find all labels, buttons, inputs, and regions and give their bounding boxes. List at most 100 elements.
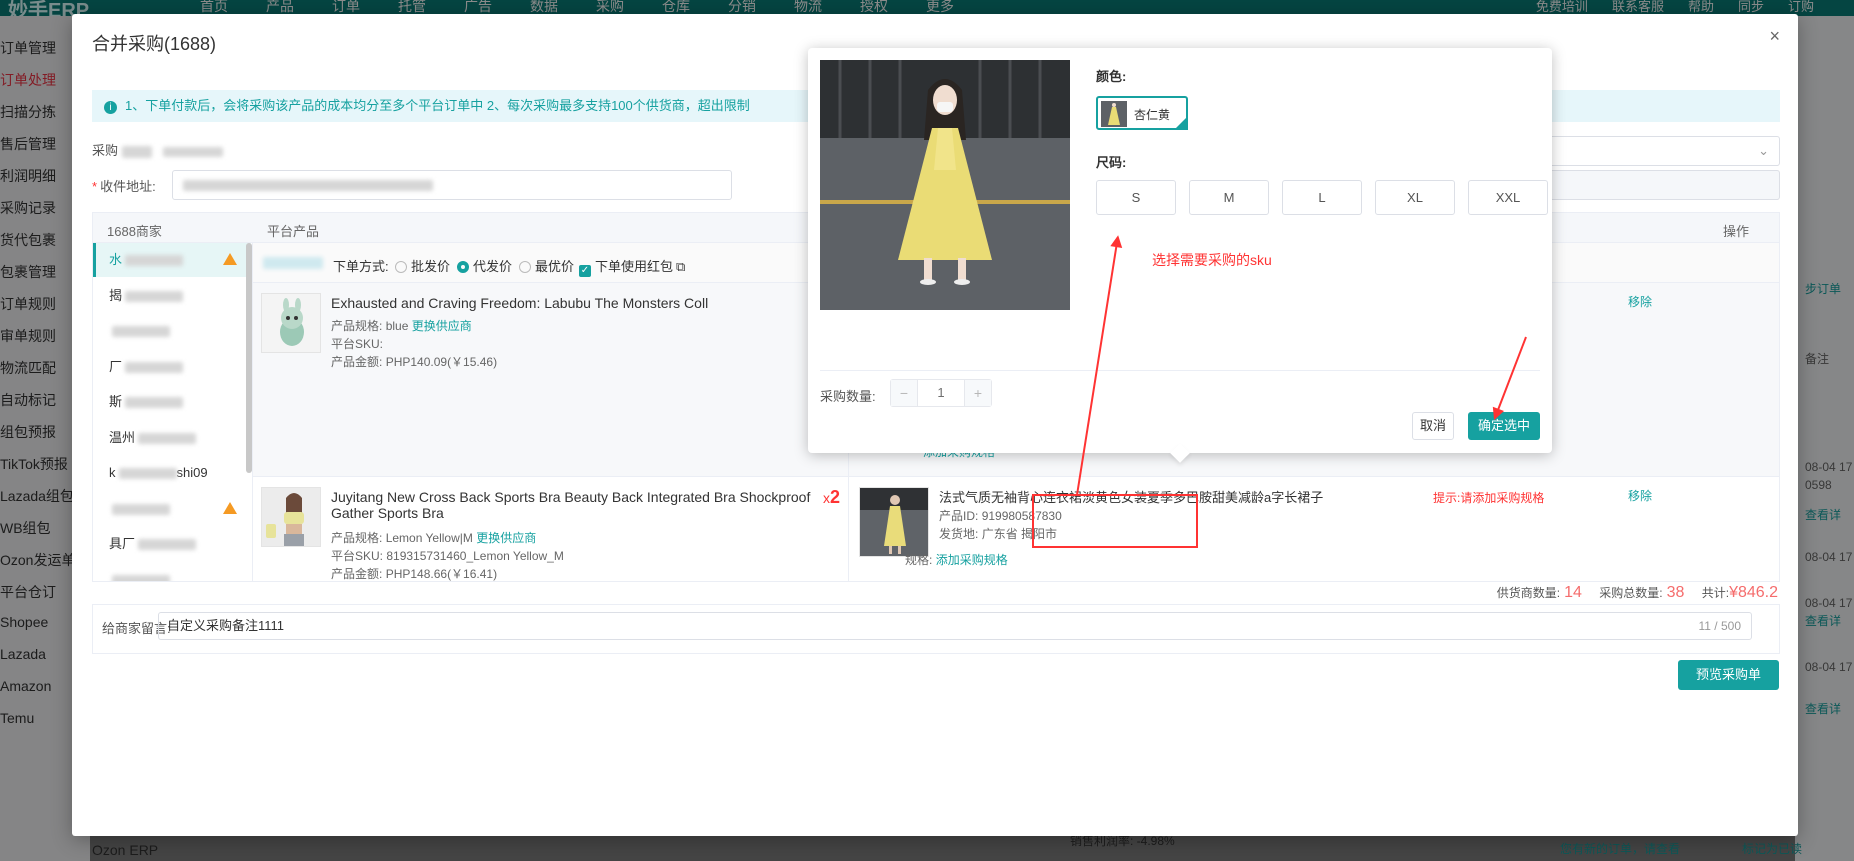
merchant-item[interactable]: 水: [93, 243, 251, 277]
merchant-item[interactable]: 具厂: [93, 527, 251, 561]
color-option-label: 杏仁黄: [1134, 108, 1171, 122]
blurred-text: [183, 180, 433, 191]
quantity-multiplier: x2: [823, 487, 841, 507]
product-amount: 产品金额: PHP148.66(￥16.41): [331, 567, 498, 581]
product-thumbnail: [261, 487, 321, 547]
merchant-name: 具厂: [109, 536, 136, 551]
header-merchant: 1688商家: [107, 224, 162, 239]
size-option-s[interactable]: S: [1096, 180, 1176, 215]
dress-mini-image: [1101, 101, 1127, 127]
purchase-qty-label: 采购数量:: [820, 389, 876, 404]
product-spec: 产品规格: Lemon Yellow|M 更换供应商: [331, 531, 537, 545]
size-option-m[interactable]: M: [1189, 180, 1269, 215]
minus-button[interactable]: −: [891, 380, 917, 406]
radio-dropship[interactable]: 代发价: [457, 256, 512, 275]
merchant-message-input[interactable]: 自定义采购备注1111 11 / 500: [158, 612, 1752, 640]
merchant-scrollbar[interactable]: [246, 243, 252, 473]
redpacket-checkbox[interactable]: ✓ 下单使用红包 ⧉: [579, 256, 685, 277]
selected-check-icon: [1174, 116, 1188, 130]
radio-wholesale[interactable]: 批发价: [395, 256, 450, 275]
address-input[interactable]: [172, 170, 732, 200]
color-swatch-image: [1101, 101, 1127, 127]
divider: [820, 370, 1540, 371]
blurred-text: [112, 326, 170, 338]
warning-icon: [223, 253, 237, 265]
product-thumbnail: [261, 293, 321, 353]
merchant-item[interactable]: [93, 492, 251, 526]
merchant-item[interactable]: k shi09: [93, 456, 251, 490]
remove-link[interactable]: 移除: [1628, 487, 1652, 504]
info-icon: i: [104, 101, 117, 114]
merchant-item[interactable]: 温州: [93, 421, 251, 455]
size-label: 尺码:: [1096, 155, 1127, 170]
merchant-name: 揭: [109, 287, 123, 303]
merchant-list: 水揭厂斯温州 k shi09 具厂: [93, 243, 253, 581]
annotation-highlight-box: [1032, 494, 1198, 548]
blurred-text: [112, 574, 170, 581]
notice-text: 1、下单付款后，会将采购该产品的成本均分至多个平台订单中 2、每次采购最多支持1…: [125, 98, 750, 113]
blurred-text: [125, 255, 184, 267]
yellow-dress-image: [860, 488, 928, 556]
annotation-text: 选择需要采购的sku: [1152, 252, 1272, 268]
merchant-item[interactable]: 厂: [93, 350, 251, 384]
blurred-text: [163, 146, 224, 157]
size-option-xxl[interactable]: XXL: [1468, 180, 1548, 215]
size-option-xl[interactable]: XL: [1375, 180, 1455, 215]
cancel-button[interactable]: 取消: [1412, 412, 1454, 440]
order-mode-label: 下单方式:: [333, 259, 389, 274]
merchant-item[interactable]: [93, 314, 251, 348]
merchant-item[interactable]: 揭: [93, 279, 251, 313]
header-ops: 操作: [1723, 224, 1750, 239]
blurred-text: [112, 503, 170, 515]
quantity-value[interactable]: 1: [917, 380, 965, 406]
radio-icon: [395, 261, 407, 273]
radio-best-price[interactable]: 最优价: [519, 256, 574, 275]
purchase-qty-stepper[interactable]: − 1 +: [890, 379, 992, 407]
close-icon[interactable]: ×: [1769, 26, 1780, 47]
size-option-l[interactable]: L: [1282, 180, 1362, 215]
buyer-field-label: 采购: [92, 140, 224, 159]
change-supplier-link[interactable]: 更换供应商: [412, 319, 472, 333]
merchant-name-suffix: shi09: [176, 465, 208, 480]
color-label: 颜色:: [1096, 69, 1127, 84]
remove-link[interactable]: 移除: [1628, 293, 1652, 310]
header-platform-product: 平台产品: [267, 224, 320, 239]
yellow-dress-model-image: [820, 60, 1070, 310]
blurred-merchant-name: [263, 257, 323, 269]
preview-purchase-button[interactable]: 预览采购单: [1678, 660, 1779, 690]
merchant-item[interactable]: [93, 563, 251, 581]
merchant-name: 厂: [109, 358, 123, 374]
merchant-name: 水: [109, 252, 123, 267]
labubu-toy-image: [262, 294, 320, 352]
merchant-name: 斯: [109, 394, 123, 409]
source-spec: 规格: 添加采购规格: [905, 553, 1008, 567]
merchant-name: k: [109, 465, 116, 480]
warning-icon: [223, 501, 237, 514]
radio-checked-icon: [457, 261, 469, 273]
blurred-text: [125, 397, 184, 409]
product-sku: 平台SKU: 819315731460_Lemon Yellow_M: [331, 549, 564, 563]
product-row: Juyitang New Cross Back Sports Bra Beaut…: [253, 477, 1779, 581]
add-spec-link[interactable]: 添加采购规格: [936, 553, 1008, 567]
product-title: Juyitang New Cross Back Sports Bra Beaut…: [331, 489, 811, 521]
product-spec: 产品规格: blue 更换供应商: [331, 319, 472, 333]
blurred-text: [118, 468, 177, 480]
color-option-selected[interactable]: 杏仁黄: [1096, 96, 1188, 130]
merchant-name: 温州: [109, 429, 136, 445]
char-counter: 11 / 500: [1698, 619, 1741, 633]
product-info: Juyitang New Cross Back Sports Bra Beaut…: [253, 477, 849, 581]
blurred-text: [138, 432, 197, 444]
total-quantity: 38: [1666, 584, 1685, 601]
sku-product-image: [820, 60, 1070, 310]
chevron-down-icon: ⌄: [1758, 143, 1769, 158]
confirm-select-button[interactable]: 确定选中: [1468, 412, 1540, 440]
copy-icon[interactable]: ⧉: [676, 259, 685, 274]
change-supplier-link[interactable]: 更换供应商: [476, 531, 536, 545]
plus-button[interactable]: +: [965, 380, 991, 406]
source-product-thumbnail: [859, 487, 929, 557]
blurred-text: [125, 361, 184, 373]
blurred-text: [121, 145, 152, 158]
product-sku: 平台SKU:: [331, 337, 384, 351]
modal-title: 合并采购(1688): [92, 34, 217, 54]
merchant-item[interactable]: 斯: [93, 385, 251, 419]
